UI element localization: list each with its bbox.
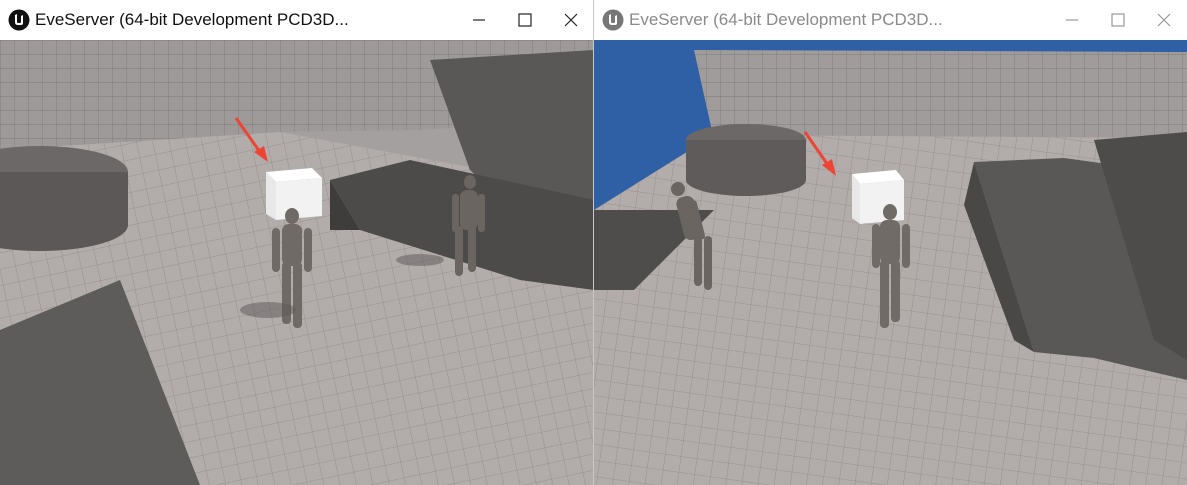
maximize-icon — [518, 13, 532, 27]
title-bar[interactable]: EveServer (64-bit Development PCD3D... — [0, 0, 594, 40]
unreal-logo-icon — [8, 9, 30, 31]
close-icon — [564, 13, 578, 27]
scene-view — [0, 40, 594, 485]
window-title: EveServer (64-bit Development PCD3D... — [35, 10, 349, 29]
game-window-2[interactable]: EveServer (64-bit Development PCD3D... — [594, 0, 1187, 485]
close-button[interactable] — [548, 0, 594, 40]
minimize-icon — [1066, 19, 1078, 21]
close-button[interactable] — [1141, 0, 1187, 40]
scene-view — [594, 40, 1187, 485]
maximize-button[interactable] — [1095, 0, 1141, 40]
window-title: EveServer (64-bit Development PCD3D... — [629, 10, 943, 29]
game-window-1[interactable]: EveServer (64-bit Development PCD3D... — [0, 0, 594, 485]
unreal-logo-icon — [602, 9, 624, 31]
maximize-button[interactable] — [502, 0, 548, 40]
game-viewport[interactable] — [594, 40, 1187, 485]
title-bar[interactable]: EveServer (64-bit Development PCD3D... — [594, 0, 1187, 40]
minimize-button[interactable] — [456, 0, 502, 40]
minimize-icon — [473, 19, 485, 21]
game-viewport[interactable] — [0, 40, 594, 485]
maximize-icon — [1111, 13, 1125, 27]
minimize-button[interactable] — [1049, 0, 1095, 40]
close-icon — [1157, 13, 1171, 27]
